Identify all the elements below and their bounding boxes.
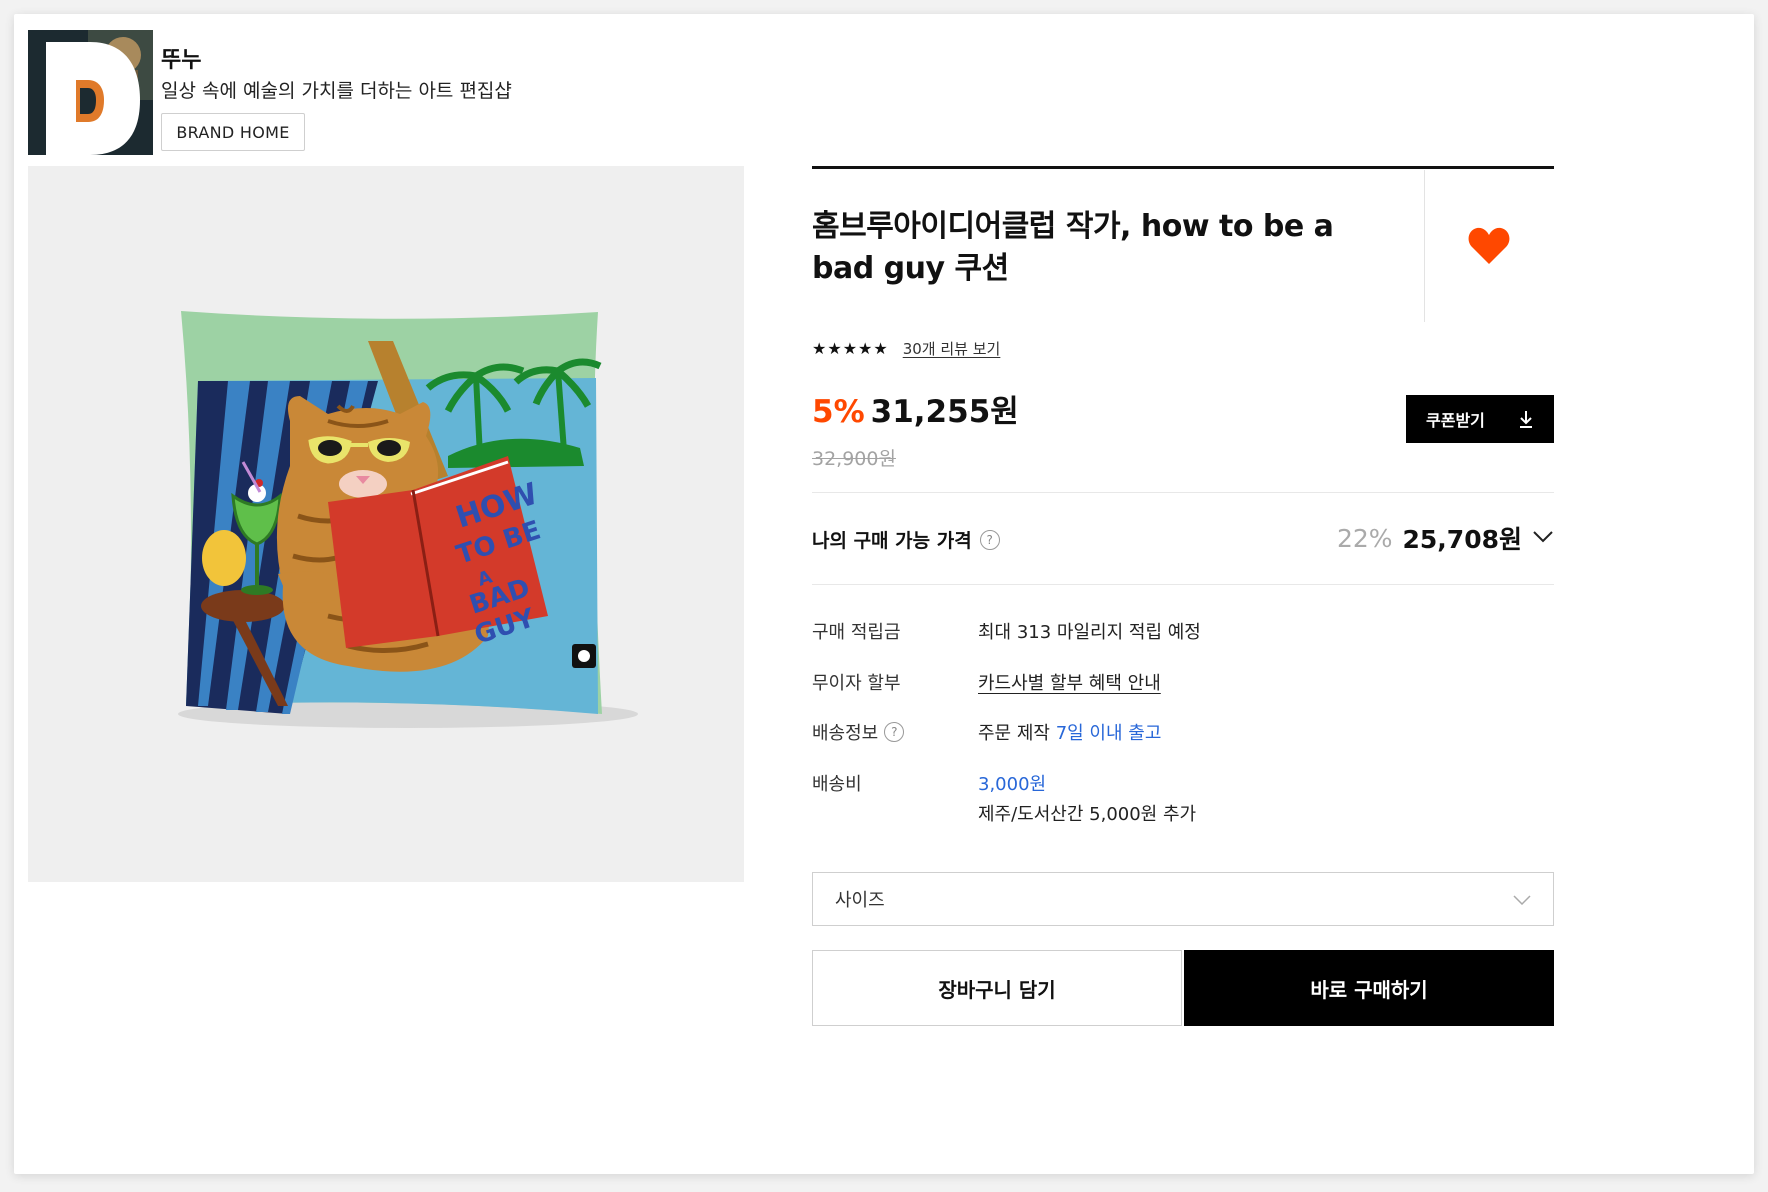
help-icon[interactable]: ? (979, 529, 1000, 550)
fee-extra: 제주/도서산간 5,000원 추가 (978, 804, 1197, 825)
add-to-cart-button[interactable]: 장바구니 담기 (812, 950, 1182, 1026)
installment-label: 무이자 할부 (812, 673, 901, 694)
brand-home-button[interactable]: BRAND HOME (161, 113, 305, 151)
points-label: 구매 적립금 (812, 622, 901, 643)
my-discount-rate: 22% (1336, 523, 1393, 553)
my-price-label: 나의 구매 가능 가격 ? (812, 526, 1000, 553)
fee-label: 배송비 (812, 774, 862, 795)
product-image[interactable]: HOW TO BE A BAD GUY (28, 166, 744, 882)
fee-value: 3,000원 (978, 774, 1047, 795)
discount-rate: 5% (812, 394, 865, 430)
brand-description: 일상 속에 예술의 가치를 더하는 아트 편집샵 (161, 80, 512, 102)
size-select[interactable]: 사이즈 (812, 872, 1554, 926)
my-price: 25,708원 (1402, 525, 1522, 554)
product-title: 홈브루아이디어클럽 작가, how to be a bad guy 쿠션 (812, 209, 1334, 286)
shipping-highlight: 7일 이내 출고 (1055, 723, 1162, 744)
shipping-prefix: 주문 제작 (978, 723, 1050, 744)
original-price: 32,900원 (812, 448, 896, 470)
brand-name[interactable]: 뚜누 (161, 42, 201, 74)
star-rating-icon: ★★★★★ (812, 339, 889, 358)
shipping-value: 주문 제작 7일 이내 출고 (978, 719, 1161, 745)
size-select-placeholder: 사이즈 (835, 890, 885, 911)
price-row: 5% 31,255원 (812, 386, 1019, 431)
divider (812, 492, 1554, 493)
rating-row: ★★★★★ 30개 리뷰 보기 (812, 338, 1000, 359)
download-icon (1518, 410, 1534, 428)
help-icon[interactable]: ? (884, 722, 905, 742)
product-page: 뚜누 일상 속에 예술의 가치를 더하는 아트 편집샵 BRAND HOME H… (14, 14, 1754, 1174)
chevron-down-icon (1532, 529, 1554, 548)
shipping-label-text: 배송정보 (812, 723, 879, 744)
coupon-button-label: 쿠폰받기 (1426, 411, 1485, 430)
installment-link[interactable]: 카드사별 할부 혜택 안내 (978, 669, 1161, 695)
chevron-down-icon (1513, 889, 1531, 910)
heart-icon[interactable] (1468, 226, 1510, 266)
review-link[interactable]: 30개 리뷰 보기 (903, 338, 1001, 359)
wishlist-divider (1424, 170, 1425, 322)
top-divider (812, 166, 1554, 169)
buy-now-button[interactable]: 바로 구매하기 (1184, 950, 1554, 1026)
divider (812, 584, 1554, 585)
my-price-label-text: 나의 구매 가능 가격 (812, 530, 972, 552)
sale-price: 31,255원 (870, 394, 1019, 430)
shipping-label: 배송정보 ? (812, 719, 905, 745)
my-price-toggle[interactable]: 22% 25,708원 (1337, 520, 1554, 556)
coupon-button[interactable]: 쿠폰받기 (1406, 395, 1554, 443)
brand-logo[interactable] (28, 30, 153, 155)
points-value: 최대 313 마일리지 적립 예정 (978, 622, 1201, 643)
